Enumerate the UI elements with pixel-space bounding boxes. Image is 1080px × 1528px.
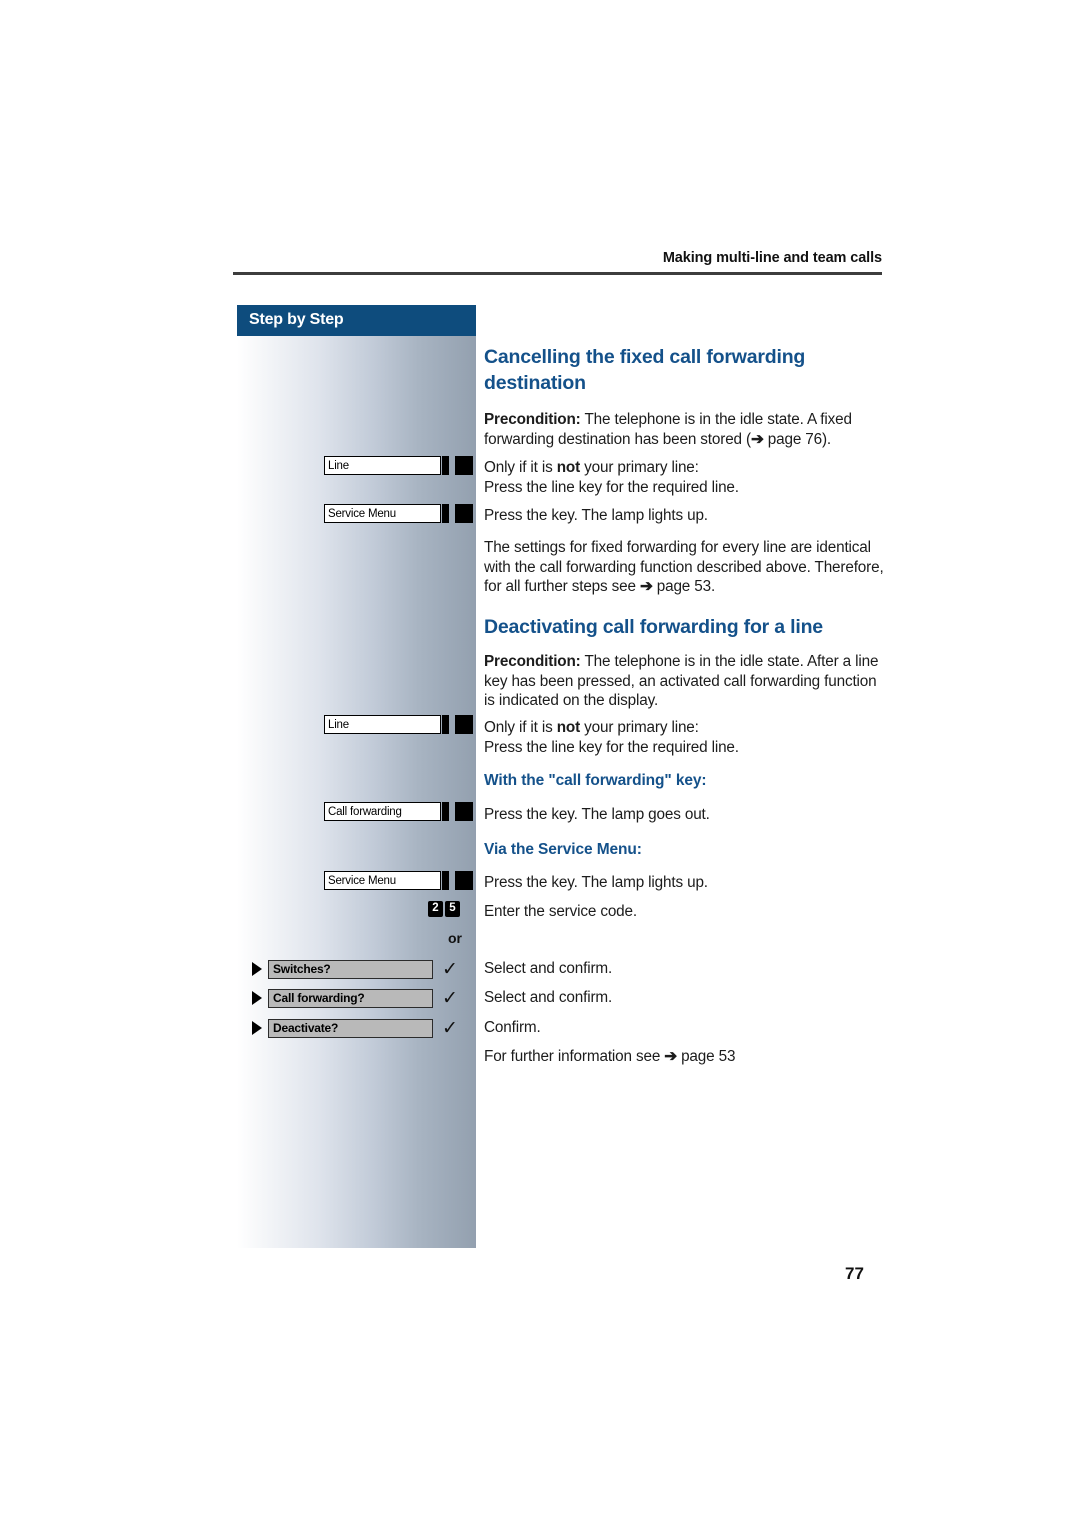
line-key-row-2[interactable]: Line <box>324 715 473 734</box>
key-lamp-icon <box>455 715 473 734</box>
confirm-instruction: Confirm. <box>484 1019 541 1036</box>
sidebar-title-bar: Step by Step <box>237 305 476 336</box>
line-key-row-1[interactable]: Line <box>324 456 473 475</box>
confirm-check-icon[interactable]: ✓ <box>442 960 458 979</box>
section-heading-deactivating: Deactivating call forwarding for a line <box>484 616 823 638</box>
key-edge-icon <box>442 504 449 523</box>
select-confirm-instruction-1: Select and confirm. <box>484 960 613 977</box>
fixed-forwarding-settings-paragraph: The settings for fixed forwarding for ev… <box>484 538 884 597</box>
menu-option-label: Deactivate? <box>268 1018 433 1038</box>
only-if-emphasis: not <box>556 719 581 736</box>
select-confirm-instruction-2: Select and confirm. <box>484 989 613 1006</box>
digit-key-5[interactable]: 5 <box>445 901 460 917</box>
menu-option-switches[interactable]: Switches? ✓ <box>252 959 458 979</box>
key-lamp-icon <box>455 871 473 890</box>
select-triangle-icon <box>252 991 262 1005</box>
precondition-label: Precondition: <box>484 653 581 670</box>
further-info-body: For further information see <box>484 1048 665 1065</box>
confirm-check-icon[interactable]: ✓ <box>442 1019 458 1038</box>
key-lamp-icon <box>455 802 473 821</box>
only-if-suffix: your primary line: <box>580 719 699 736</box>
only-if-emphasis: not <box>556 459 581 476</box>
service-code-digits[interactable]: 2 5 <box>428 901 460 917</box>
service-menu-key-row-1[interactable]: Service Menu <box>324 504 473 523</box>
precondition-paragraph-2: Precondition: The telephone is in the id… <box>484 652 884 711</box>
only-if-prefix: Only if it is <box>484 719 557 736</box>
key-edge-icon <box>442 715 449 734</box>
only-if-paragraph-2: Only if it is not your primary line: Pre… <box>484 718 884 757</box>
select-triangle-icon <box>252 962 262 976</box>
page-reference: page 53 <box>676 1048 736 1065</box>
press-lamp-up-instruction-1: Press the key. The lamp lights up. <box>484 507 708 524</box>
running-header: Making multi-line and team calls <box>662 250 882 266</box>
press-lamp-up-instruction-2: Press the key. The lamp lights up. <box>484 874 708 891</box>
sidebar-title: Step by Step <box>249 311 344 328</box>
key-label: Line <box>324 456 441 475</box>
call-forwarding-key-row[interactable]: Call forwarding <box>324 802 473 821</box>
menu-option-label: Switches? <box>268 959 433 979</box>
press-line-key-instruction: Press the line key for the required line… <box>484 738 739 756</box>
precondition-label: Precondition: <box>484 411 581 428</box>
key-lamp-icon <box>455 504 473 523</box>
page-reference: page 53. <box>652 578 716 596</box>
section-heading-cancelling: Cancelling the fixed call forwarding des… <box>484 346 806 394</box>
only-if-paragraph-1: Only if it is not your primary line: Pre… <box>484 458 884 497</box>
enter-service-code-instruction: Enter the service code. <box>484 903 637 920</box>
menu-option-label: Call forwarding? <box>268 988 433 1008</box>
further-information-paragraph: For further information see ➔ page 53 <box>484 1047 884 1067</box>
page-arrow-icon: ➔ <box>639 578 653 596</box>
key-label: Service Menu <box>324 504 441 523</box>
digit-key-2[interactable]: 2 <box>428 901 443 917</box>
page-reference: page 76). <box>763 430 832 448</box>
key-label: Line <box>324 715 441 734</box>
confirm-check-icon[interactable]: ✓ <box>442 989 458 1008</box>
precondition-paragraph-1: Precondition: The telephone is in the id… <box>484 410 884 449</box>
key-label: Call forwarding <box>324 802 441 821</box>
key-edge-icon <box>442 456 449 475</box>
or-label: or <box>448 930 462 946</box>
key-edge-icon <box>442 802 449 821</box>
key-label: Service Menu <box>324 871 441 890</box>
only-if-suffix: your primary line: <box>580 459 699 476</box>
page-number: 77 <box>845 1264 864 1283</box>
header-divider <box>233 272 882 275</box>
page-arrow-icon: ➔ <box>750 430 764 448</box>
subheading-via-service-menu: Via the Service Menu: <box>484 841 642 858</box>
press-lamp-out-instruction: Press the key. The lamp goes out. <box>484 806 710 823</box>
menu-option-deactivate[interactable]: Deactivate? ✓ <box>252 1018 458 1038</box>
press-line-key-instruction: Press the line key for the required line… <box>484 478 739 496</box>
only-if-prefix: Only if it is <box>484 459 557 476</box>
page-arrow-icon: ➔ <box>664 1048 677 1065</box>
key-edge-icon <box>442 871 449 890</box>
subheading-call-forwarding-key: With the "call forwarding" key: <box>484 772 707 789</box>
step-by-step-sidebar: Step by Step <box>237 305 476 1248</box>
key-lamp-icon <box>455 456 473 475</box>
service-menu-key-row-2[interactable]: Service Menu <box>324 871 473 890</box>
menu-option-call-forwarding[interactable]: Call forwarding? ✓ <box>252 988 458 1008</box>
select-triangle-icon <box>252 1021 262 1035</box>
